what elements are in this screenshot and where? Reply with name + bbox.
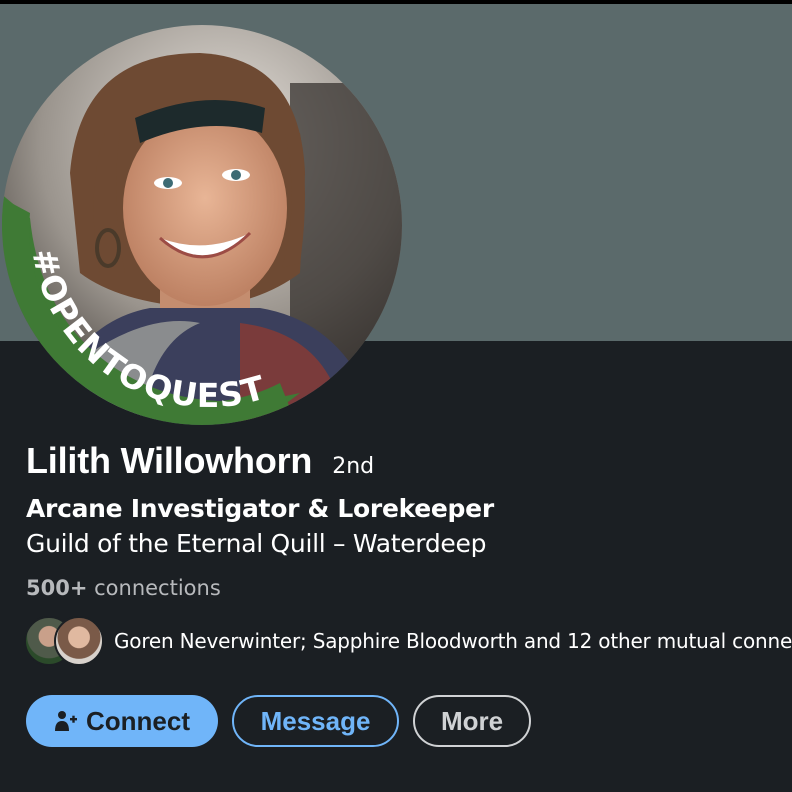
profile-headline: Arcane Investigator & Lorekeeper [26,494,494,523]
connections-count[interactable]: 500+ connections [26,576,221,600]
connect-label: Connect [86,705,190,736]
connections-label: connections [87,576,221,600]
connection-degree: 2nd [332,454,375,479]
mutual-connections[interactable]: Goren Neverwinter; Sapphire Bloodworth a… [24,616,792,666]
mutual-connections-text: Goren Neverwinter; Sapphire Bloodworth a… [114,629,792,653]
avatar-image: #OPENTOQUEST [2,25,402,425]
profile-avatar[interactable]: #OPENTOQUEST [0,23,404,427]
profile-company: Guild of the Eternal Quill – Waterdeep [26,529,487,558]
mutual-avatars [24,616,104,666]
profile-page: #OPENTOQUEST Lilith Willowhorn 2nd Arcan… [0,0,792,792]
mutual-avatar-2 [54,616,104,666]
connections-number: 500+ [26,576,88,600]
profile-name: Lilith Willowhorn [26,440,313,481]
more-label: More [440,705,504,736]
profile-actions: Connect Message More [26,695,531,747]
connect-button[interactable]: Connect [26,695,218,747]
message-label: Message [260,705,371,736]
message-button[interactable]: Message [232,695,399,747]
add-person-icon [54,709,78,733]
name-row: Lilith Willowhorn 2nd [26,440,374,482]
more-button[interactable]: More [413,695,531,747]
